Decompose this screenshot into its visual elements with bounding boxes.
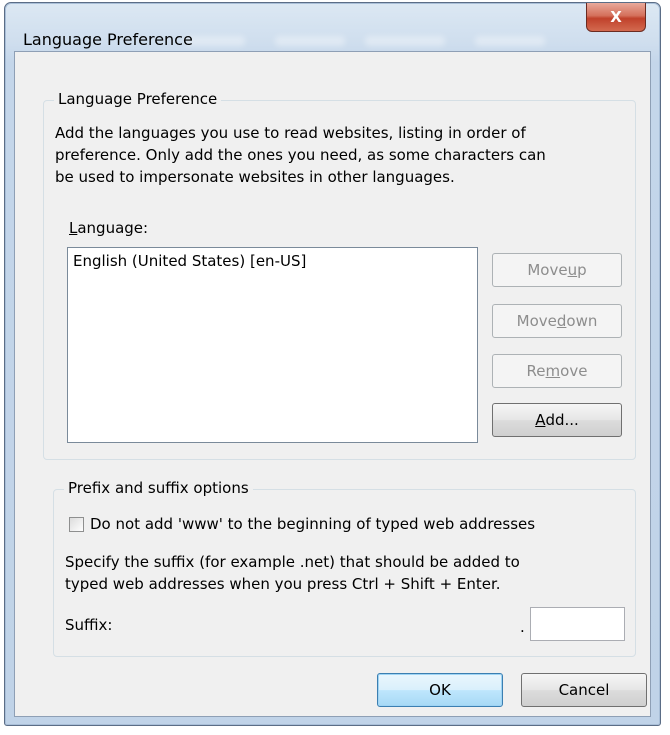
window-title: Language Preference	[23, 30, 193, 49]
remove-label-rest: ove	[560, 362, 588, 380]
suffix-description: Specify the suffix (for example .net) th…	[65, 551, 520, 595]
suffix-description-line: typed web addresses when you press Ctrl …	[65, 575, 501, 593]
language-group-legend: Language Preference	[54, 90, 222, 108]
title-bar-reflection	[475, 36, 545, 46]
www-checkbox-label[interactable]: Do not add 'www' to the beginning of typ…	[90, 513, 535, 535]
access-key: A	[535, 411, 546, 429]
move-up-label: Move	[527, 261, 568, 279]
access-key: u	[567, 261, 578, 279]
language-description-line: preference. Only add the ones you need, …	[55, 146, 546, 164]
language-list-label-text: anguage:	[77, 219, 149, 237]
move-down-label: Move	[516, 312, 557, 330]
list-item[interactable]: English (United States) [en-US]	[73, 252, 306, 270]
language-list[interactable]: English (United States) [en-US]	[67, 247, 478, 443]
access-key: m	[545, 362, 561, 380]
language-description-line: be used to impersonate websites in other…	[55, 168, 455, 186]
ok-button[interactable]: OK	[377, 673, 503, 707]
prefix-suffix-group: Prefix and suffix options Do not add 'ww…	[53, 479, 636, 657]
dialog-window: Language Preference X Language Preferenc…	[4, 2, 661, 726]
prefix-group-legend: Prefix and suffix options	[64, 479, 253, 497]
move-down-label-rest: own	[566, 312, 598, 330]
suffix-label: Suffix:	[65, 616, 113, 634]
suffix-input[interactable]	[530, 607, 625, 641]
suffix-description-line: Specify the suffix (for example .net) th…	[65, 553, 520, 571]
title-bar-reflection	[275, 36, 345, 46]
title-bar[interactable]: Language Preference X	[5, 3, 660, 53]
close-button[interactable]: X	[586, 3, 646, 32]
move-up-button[interactable]: Move up	[492, 253, 622, 287]
close-icon: X	[610, 8, 622, 26]
add-button[interactable]: Add...	[492, 403, 622, 437]
cancel-button[interactable]: Cancel	[521, 673, 647, 707]
www-checkbox[interactable]	[69, 517, 84, 532]
language-preference-group: Language Preference Add the languages yo…	[43, 90, 636, 460]
move-up-label-rest: p	[577, 261, 587, 279]
title-bar-reflection	[365, 36, 445, 46]
remove-button[interactable]: Re m ove	[492, 354, 622, 388]
add-label-rest: dd...	[545, 411, 579, 429]
language-description-line: Add the languages you use to read websit…	[55, 124, 526, 142]
move-down-button[interactable]: Move d own	[492, 304, 622, 338]
language-list-label: Language:	[69, 217, 148, 239]
language-description: Add the languages you use to read websit…	[55, 122, 546, 188]
remove-label: Re	[526, 362, 546, 380]
dialog-client-area: Language Preference Add the languages yo…	[14, 51, 651, 717]
title-bar-reflection	[185, 36, 245, 46]
access-key: d	[556, 312, 567, 330]
suffix-dot: .	[520, 618, 525, 636]
